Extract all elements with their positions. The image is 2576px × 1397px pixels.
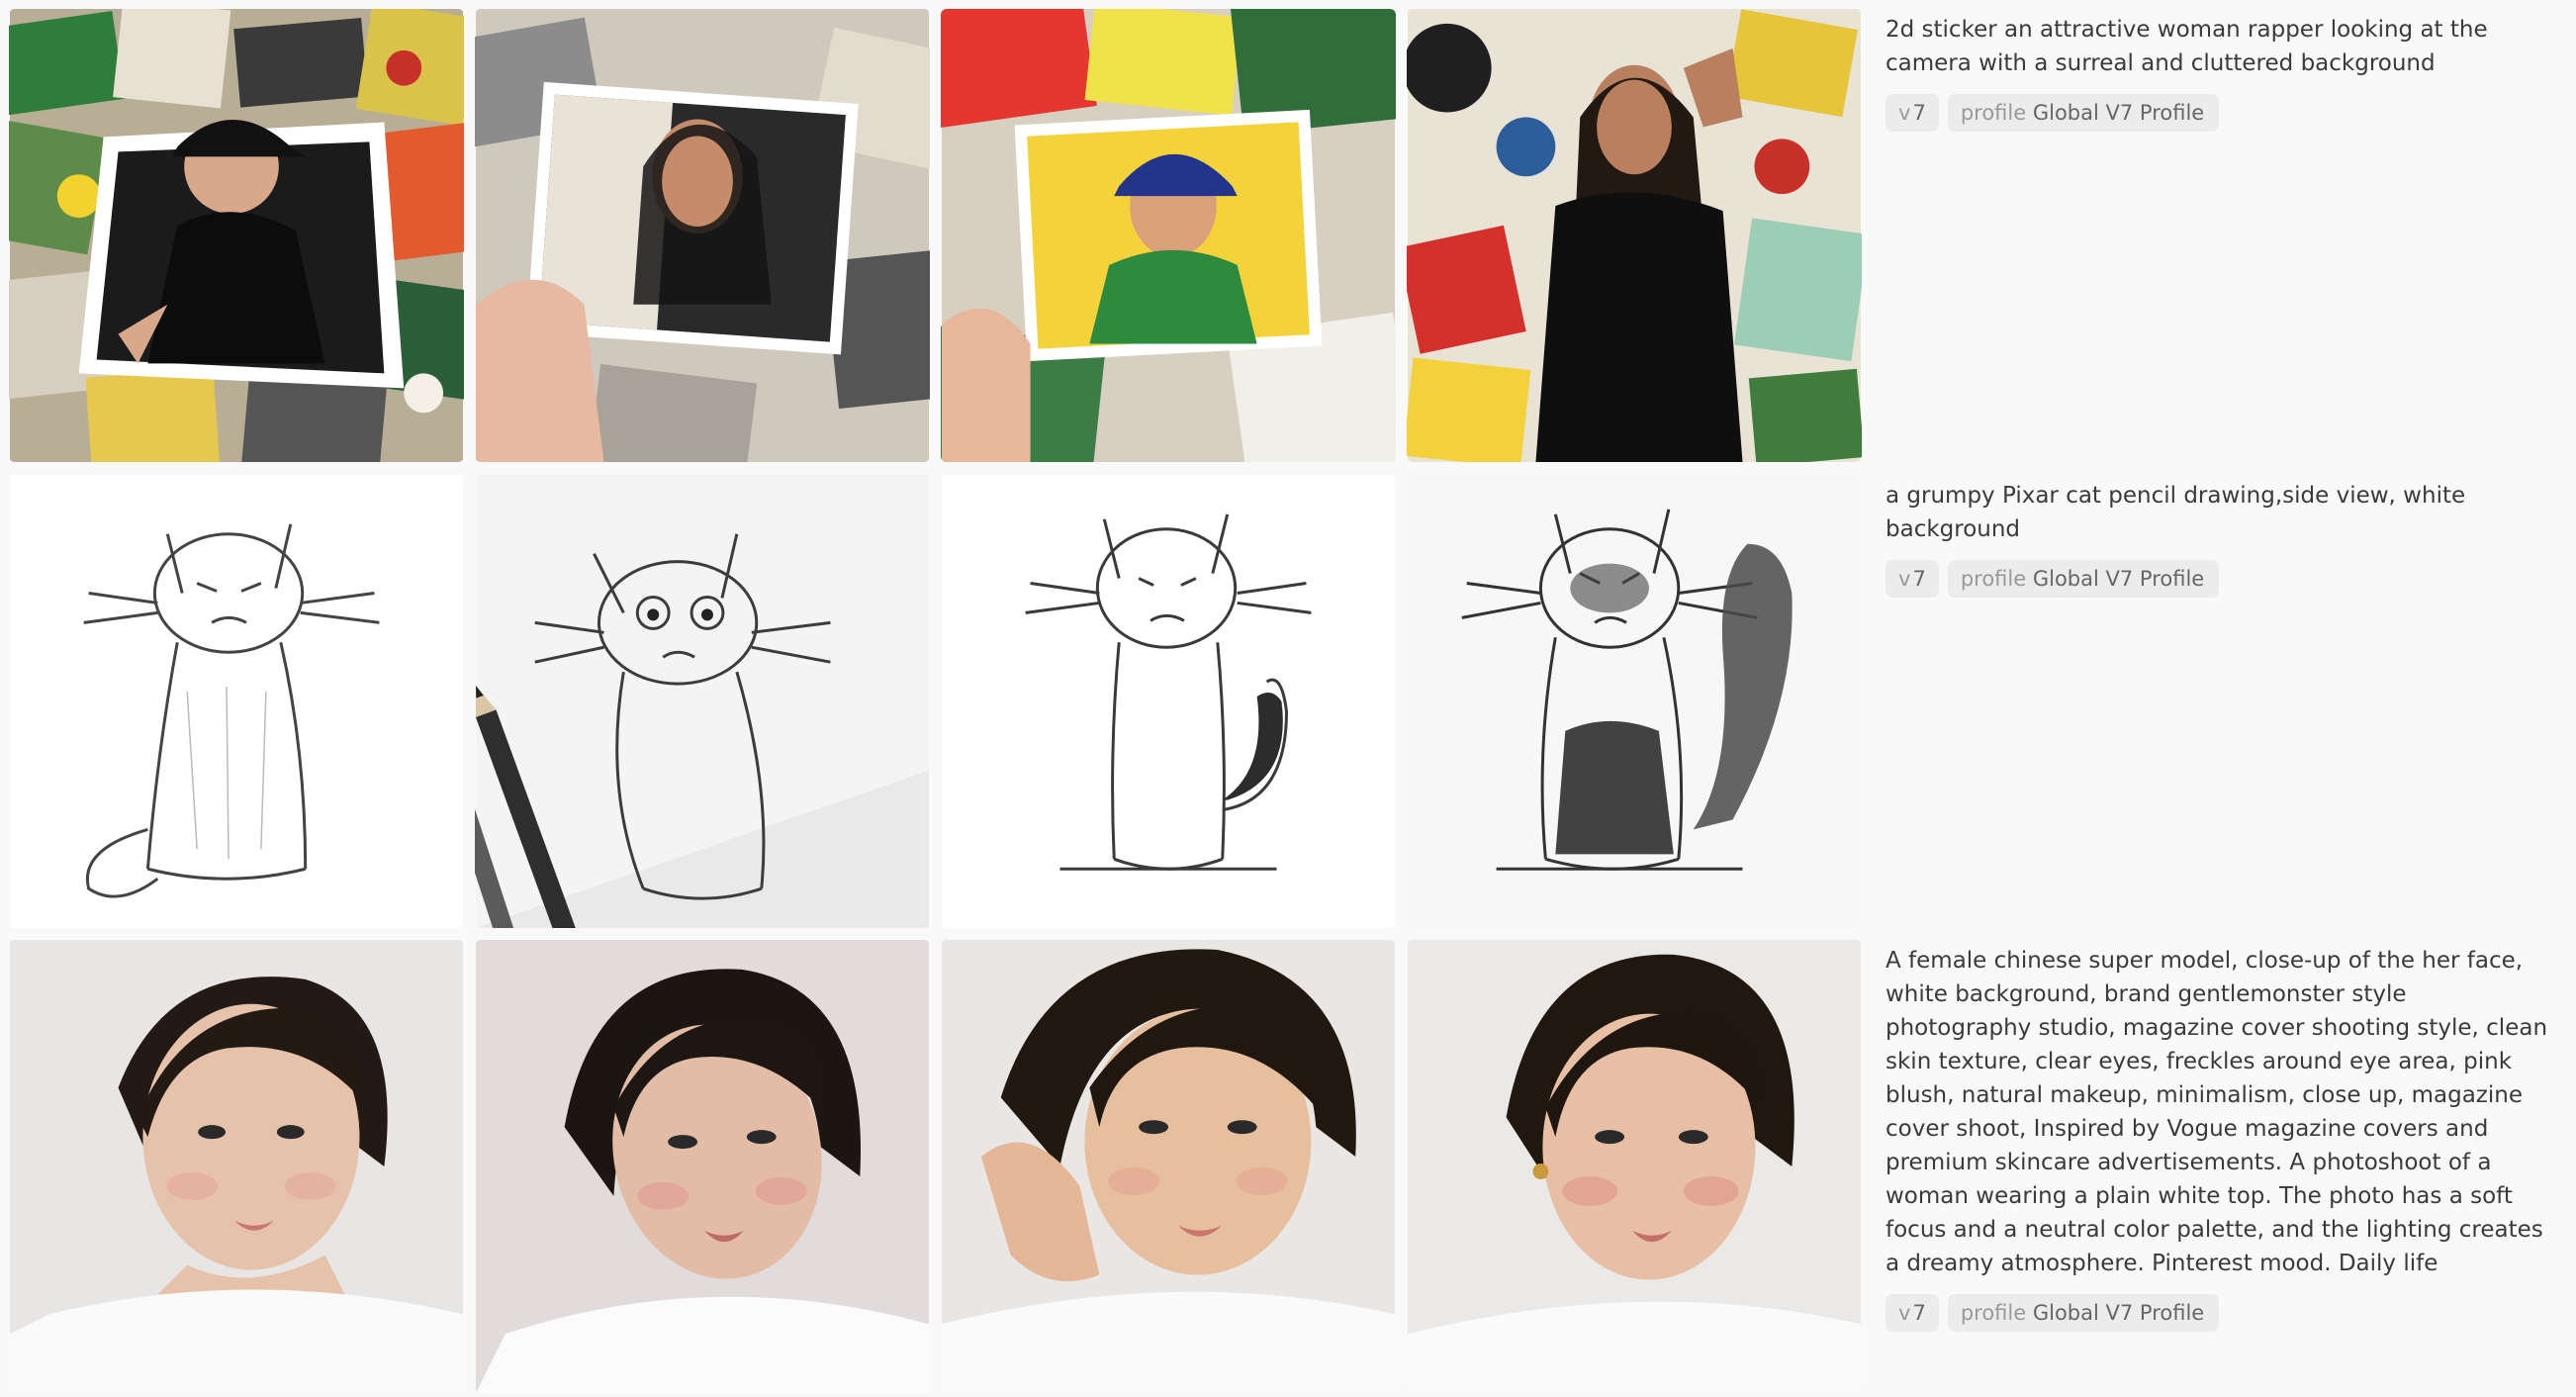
portrait-hand-image — [942, 940, 1395, 1393]
version-prefix: v — [1898, 567, 1911, 591]
profile-value: Global V7 Profile — [2032, 101, 2205, 125]
job-row: 2d sticker an attractive woman rapper lo… — [0, 9, 2576, 464]
job-row: a grumpy Pixar cat pencil drawing,side v… — [0, 475, 2576, 930]
profile-prefix: profile — [1960, 101, 2027, 125]
prompt-info: a grumpy Pixar cat pencil drawing,side v… — [1886, 479, 2548, 598]
profile-value: Global V7 Profile — [2032, 567, 2205, 591]
version-chip[interactable]: v7 — [1886, 1294, 1939, 1332]
prompt-text[interactable]: a grumpy Pixar cat pencil drawing,side v… — [1886, 479, 2548, 546]
cat-sketch-image — [10, 475, 463, 928]
thumbnail-model-portrait-hand-on-cheek[interactable] — [941, 940, 1396, 1393]
prompt-text[interactable]: 2d sticker an attractive woman rapper lo… — [1886, 13, 2548, 80]
profile-chip[interactable]: profile Global V7 Profile — [1947, 1294, 2220, 1332]
parameter-chips: v7 profile Global V7 Profile — [1886, 1294, 2548, 1332]
prompt-info: 2d sticker an attractive woman rapper lo… — [1886, 13, 2548, 132]
thumbnail-model-portrait-close-up[interactable] — [9, 940, 464, 1393]
thumbnail-sticker-collage-woman-cap[interactable] — [9, 9, 464, 462]
profile-chip[interactable]: profile Global V7 Profile — [1947, 560, 2220, 598]
portrait-tilted-image — [476, 940, 929, 1393]
profile-prefix: profile — [1960, 1301, 2027, 1325]
thumbnail-grumpy-cat-sketch-front[interactable] — [941, 475, 1396, 928]
version-prefix: v — [1898, 101, 1911, 125]
thumbnail-model-portrait-tilted-head[interactable] — [475, 940, 930, 1393]
sticker-card-cap-image — [941, 9, 1396, 462]
version-value: 7 — [1912, 567, 1926, 591]
portrait-image — [10, 940, 463, 1393]
woman-collage-wall-image — [1407, 9, 1862, 462]
image-gallery: 2d sticker an attractive woman rapper lo… — [0, 0, 2576, 1397]
cat-sketch-front-image — [942, 475, 1395, 928]
version-chip[interactable]: v7 — [1886, 560, 1939, 598]
version-chip[interactable]: v7 — [1886, 94, 1939, 132]
prompt-text[interactable]: A female chinese super model, close-up o… — [1886, 944, 2548, 1280]
thumbnail-woman-black-top-collage-wall[interactable] — [1407, 9, 1862, 462]
thumbnail-grumpy-cat-sketch-with-pencil[interactable] — [475, 475, 930, 928]
thumbnail-sticker-card-woman-blue-cap[interactable] — [941, 9, 1396, 462]
version-prefix: v — [1898, 1301, 1911, 1325]
cat-sketch-shaded-image — [1408, 475, 1861, 928]
version-value: 7 — [1912, 101, 1926, 125]
portrait-earring-image — [1408, 940, 1861, 1393]
version-value: 7 — [1912, 1301, 1926, 1325]
sticker-collage-image — [9, 9, 464, 462]
thumbnail-model-portrait-earring[interactable] — [1407, 940, 1862, 1393]
thumbnail-grumpy-cat-sketch-sitting[interactable] — [9, 475, 464, 928]
sticker-card-image — [475, 9, 930, 462]
profile-chip[interactable]: profile Global V7 Profile — [1947, 94, 2220, 132]
thumbnail-sticker-card-held-woman[interactable] — [475, 9, 930, 462]
cat-sketch-pencil-image — [475, 475, 929, 928]
prompt-info: A female chinese super model, close-up o… — [1886, 944, 2548, 1332]
profile-value: Global V7 Profile — [2032, 1301, 2205, 1325]
job-row: A female chinese super model, close-up o… — [0, 940, 2576, 1395]
parameter-chips: v7 profile Global V7 Profile — [1886, 94, 2548, 132]
thumbnail-grumpy-cat-sketch-shaded[interactable] — [1407, 475, 1862, 928]
parameter-chips: v7 profile Global V7 Profile — [1886, 560, 2548, 598]
profile-prefix: profile — [1960, 567, 2027, 591]
